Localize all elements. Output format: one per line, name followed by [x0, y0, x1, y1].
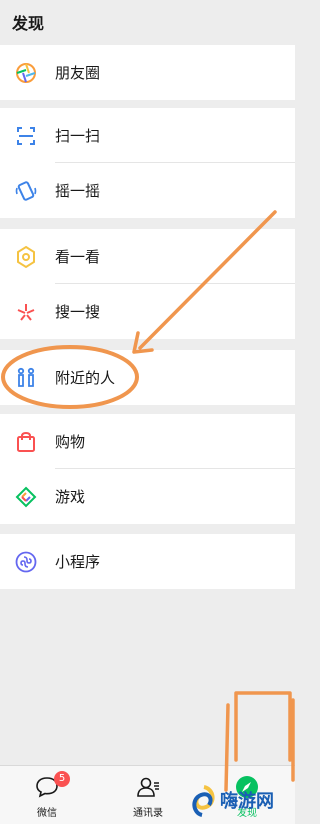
- games-icon: [14, 485, 38, 509]
- menu-item-people-nearby[interactable]: 附近的人: [0, 350, 295, 405]
- contacts-icon: [135, 774, 161, 800]
- unread-badge: 5: [54, 771, 70, 787]
- watermark-swirl-icon: [190, 785, 218, 821]
- header: 发现: [0, 0, 295, 42]
- menu-item-label: 扫一扫: [55, 127, 101, 145]
- tab-contacts[interactable]: 通讯录: [111, 766, 185, 824]
- menu-item-label: 摇一摇: [55, 182, 101, 200]
- menu-item-mini-programs[interactable]: 小程序: [0, 534, 295, 589]
- scan-icon: [14, 124, 38, 148]
- tab-label: 通讯录: [133, 808, 163, 819]
- shake-icon: [14, 179, 38, 203]
- watermark-text: 嗨游网: [220, 791, 274, 812]
- menu-item-label: 小程序: [55, 553, 101, 571]
- menu-item-label: 搜一搜: [55, 303, 101, 321]
- mini-programs-icon: [14, 550, 38, 574]
- moments-icon: [14, 61, 38, 85]
- menu-item-top-stories[interactable]: 看一看: [0, 229, 295, 284]
- menu-item-scan[interactable]: 扫一扫: [0, 108, 295, 163]
- page-title: 发现: [12, 14, 45, 33]
- people-nearby-icon: [14, 366, 38, 390]
- menu-item-shopping[interactable]: 购物: [0, 414, 295, 469]
- menu-item-shake[interactable]: 摇一摇: [0, 163, 295, 218]
- menu-item-label: 朋友圈: [55, 64, 101, 82]
- menu-item-search[interactable]: 搜一搜: [0, 284, 295, 339]
- menu-item-label: 附近的人: [55, 369, 116, 387]
- tab-chats[interactable]: 5 微信: [10, 766, 84, 824]
- top-stories-icon: [14, 245, 38, 269]
- menu-item-label: 游戏: [55, 488, 86, 506]
- tab-label: 微信: [37, 808, 57, 819]
- menu-item-label: 购物: [55, 433, 86, 451]
- menu-item-moments[interactable]: 朋友圈: [0, 45, 295, 100]
- shopping-bag-icon: [14, 430, 38, 454]
- menu-item-label: 看一看: [55, 248, 101, 266]
- menu-item-games[interactable]: 游戏: [0, 469, 295, 524]
- search-icon: [14, 300, 38, 324]
- watermark-logo: 嗨游网: [190, 783, 295, 823]
